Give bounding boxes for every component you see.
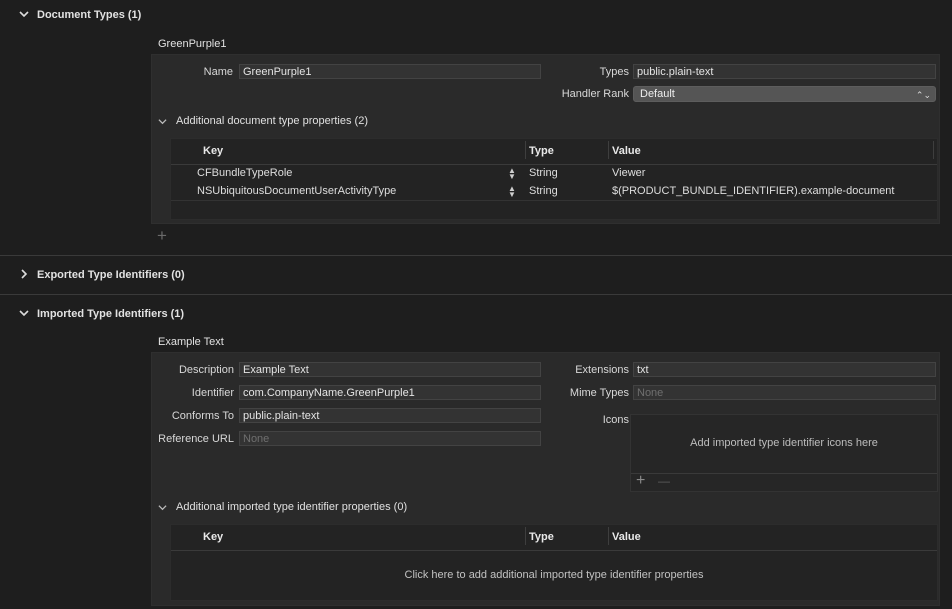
section-title: Document Types (1) (37, 9, 142, 21)
row-value[interactable]: $(PRODUCT_BUNDLE_IDENTIFIER).example-doc… (612, 185, 894, 197)
row-key[interactable]: CFBundleTypeRole (197, 167, 292, 179)
name-label: Name (203, 66, 233, 78)
section-header-exported-types[interactable]: Exported Type Identifiers (0) (0, 259, 952, 291)
imported-type-title: Example Text (158, 336, 224, 348)
section-header-imported-types[interactable]: Imported Type Identifiers (1) (0, 298, 952, 330)
chevron-right-icon[interactable] (19, 269, 29, 279)
column-divider (933, 141, 934, 159)
name-field[interactable]: GreenPurple1 (239, 64, 541, 79)
column-header-key[interactable]: Key (203, 531, 223, 543)
additional-doc-props-title: Additional document type properties (2) (176, 115, 368, 127)
icons-placeholder: Add imported type identifier icons here (690, 437, 878, 449)
mime-types-label: Mime Types (569, 387, 629, 399)
column-divider[interactable] (608, 527, 609, 545)
icons-toolbar-divider (631, 473, 937, 474)
handler-rank-value: Default (640, 88, 675, 100)
reference-url-field[interactable]: None (239, 431, 541, 446)
section-divider (0, 294, 952, 295)
column-header-key[interactable]: Key (203, 145, 223, 157)
chevron-down-icon[interactable] (158, 117, 167, 126)
document-type-title: GreenPurple1 (158, 38, 227, 50)
column-header-type[interactable]: Type (529, 531, 554, 543)
imported-props-table: Key Type Value Click here to add additio… (170, 524, 938, 601)
row-divider (171, 200, 937, 201)
icons-well[interactable]: Add imported type identifier icons here … (630, 414, 938, 492)
row-value[interactable]: Viewer (612, 167, 645, 179)
key-stepper-icon[interactable]: ▲ ▼ (508, 167, 516, 181)
chevron-down-icon[interactable] (19, 9, 29, 19)
column-divider[interactable] (608, 141, 609, 159)
section-title: Imported Type Identifiers (1) (37, 308, 185, 320)
chevron-down-icon[interactable] (158, 503, 167, 512)
column-header-type[interactable]: Type (529, 145, 554, 157)
add-document-type-button[interactable]: + (157, 226, 167, 246)
handler-rank-select[interactable]: Default ⌃⌄ (633, 86, 936, 102)
chevron-down-icon[interactable] (19, 308, 29, 318)
additional-doc-props-header[interactable]: Additional document type properties (2) (158, 115, 368, 127)
table-row[interactable]: NSUbiquitousDocumentUserActivityType ▲ ▼ … (171, 183, 937, 201)
section-title: Exported Type Identifiers (0) (37, 269, 185, 281)
column-divider[interactable] (525, 141, 526, 159)
row-type[interactable]: String (529, 185, 558, 197)
types-label: Types (599, 66, 629, 78)
handler-rank-label: Handler Rank (561, 88, 629, 100)
row-type[interactable]: String (529, 167, 558, 179)
additional-imported-props-header[interactable]: Additional imported type identifier prop… (158, 501, 408, 513)
section-divider (0, 255, 952, 256)
add-properties-placeholder[interactable]: Click here to add additional imported ty… (171, 569, 937, 581)
remove-icon-button[interactable]: — (658, 474, 670, 488)
doc-props-table: Key Type Value CFBundleTypeRole ▲ ▼ Strin… (170, 138, 938, 220)
key-stepper-icon[interactable]: ▲ ▼ (508, 185, 516, 199)
row-key[interactable]: NSUbiquitousDocumentUserActivityType (197, 185, 396, 197)
column-divider[interactable] (525, 527, 526, 545)
conforms-to-label: Conforms To (171, 410, 234, 422)
extensions-field[interactable]: txt (633, 362, 936, 377)
extensions-label: Extensions (575, 364, 629, 376)
description-field[interactable]: Example Text (239, 362, 541, 377)
identifier-label: Identifier (191, 387, 234, 399)
additional-imported-props-title: Additional imported type identifier prop… (176, 501, 408, 513)
icons-label: Icons (602, 414, 629, 426)
types-field[interactable]: public.plain-text (633, 64, 936, 79)
identifier-field[interactable]: com.CompanyName.GreenPurple1 (239, 385, 541, 400)
column-header-value[interactable]: Value (612, 531, 641, 543)
section-header-document-types[interactable]: Document Types (1) (0, 0, 952, 32)
reference-url-label: Reference URL (158, 433, 234, 445)
header-divider (171, 550, 937, 551)
table-row[interactable]: CFBundleTypeRole ▲ ▼ String Viewer (171, 165, 937, 183)
conforms-to-field[interactable]: public.plain-text (239, 408, 541, 423)
mime-types-field[interactable]: None (633, 385, 936, 400)
add-icon-button[interactable]: + (636, 472, 645, 490)
select-arrows-icon: ⌃⌄ (915, 90, 931, 100)
description-label: Description (178, 364, 234, 376)
column-header-value[interactable]: Value (612, 145, 641, 157)
